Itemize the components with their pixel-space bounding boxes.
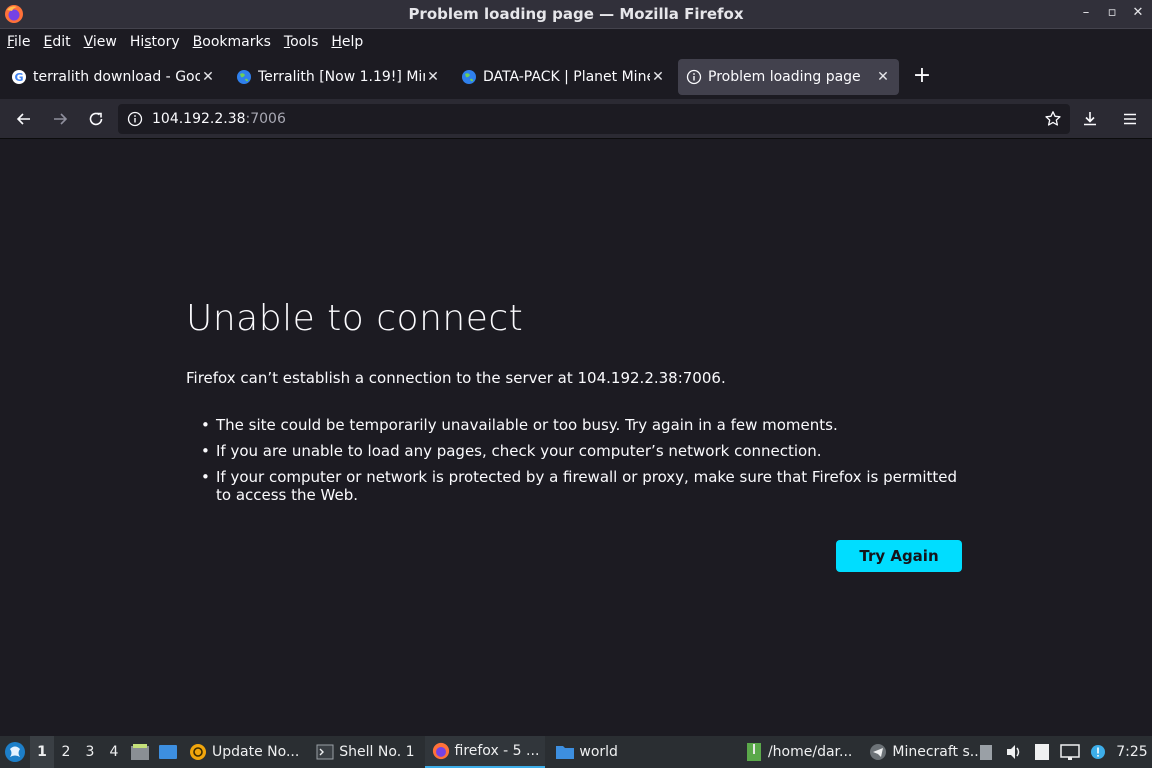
desktop-4[interactable]: 4 bbox=[102, 736, 126, 768]
app-menu-button[interactable] bbox=[1114, 103, 1146, 135]
task-update-notifier[interactable]: Update No... bbox=[182, 736, 305, 768]
network-icon[interactable] bbox=[1056, 736, 1084, 768]
firefox-icon bbox=[431, 741, 451, 761]
clock: 7:25 bbox=[1116, 744, 1148, 760]
tab-terralith-mod[interactable]: Terralith [Now 1.19!] Mine ✕ bbox=[228, 59, 449, 95]
menu-history[interactable]: History bbox=[130, 34, 180, 50]
close-tab-icon[interactable]: ✕ bbox=[200, 69, 216, 85]
telegram-icon bbox=[868, 742, 888, 762]
task-archive-manager[interactable]: /home/dar... bbox=[738, 736, 858, 768]
folder-icon bbox=[555, 742, 575, 762]
window-titlebar: Problem loading page — Mozilla Firefox –… bbox=[0, 0, 1152, 29]
error-description: Firefox can’t establish a connection to … bbox=[186, 369, 726, 387]
bookmark-star-icon[interactable] bbox=[1044, 110, 1062, 128]
task-firefox[interactable]: firefox - 5 ... bbox=[424, 736, 546, 768]
svg-text:G: G bbox=[14, 71, 23, 84]
site-info-icon[interactable] bbox=[126, 110, 144, 128]
tab-label: Problem loading page bbox=[708, 69, 861, 85]
menu-tools[interactable]: Tools bbox=[284, 34, 319, 50]
suggestion-item: If you are unable to load any pages, che… bbox=[200, 442, 970, 460]
minimize-button[interactable]: – bbox=[1080, 5, 1092, 20]
tab-label: DATA-PACK | Planet Minec bbox=[483, 69, 650, 85]
try-again-button[interactable]: Try Again bbox=[836, 540, 962, 572]
task-world-folder[interactable]: world bbox=[549, 736, 624, 768]
desktop-1[interactable]: 1 bbox=[30, 736, 54, 768]
url-host: 104.192.2.38 bbox=[152, 111, 246, 127]
quicklaunch-files[interactable] bbox=[126, 736, 154, 768]
url-port: :7006 bbox=[245, 111, 286, 127]
download-icon bbox=[1084, 112, 1096, 126]
show-desktop-icon bbox=[159, 745, 177, 759]
close-window-button[interactable]: ✕ bbox=[1132, 5, 1144, 20]
arrow-left-icon bbox=[16, 112, 30, 125]
tab-terralith-download[interactable]: G terralith download - Goog ✕ bbox=[3, 59, 224, 95]
menu-bookmarks[interactable]: Bookmarks bbox=[193, 34, 271, 50]
reload-icon bbox=[89, 112, 103, 125]
google-icon: G bbox=[11, 69, 27, 85]
new-tab-button[interactable]: + bbox=[907, 62, 937, 92]
firefox-icon bbox=[5, 5, 23, 23]
reload-button[interactable] bbox=[80, 103, 112, 135]
notification-icon[interactable] bbox=[1084, 736, 1112, 768]
close-tab-icon[interactable]: ✕ bbox=[875, 69, 891, 85]
system-tray: 7:25 bbox=[972, 736, 1152, 768]
file-manager-icon bbox=[131, 744, 149, 760]
globe-icon bbox=[461, 69, 477, 85]
window-title: Problem loading page — Mozilla Firefox bbox=[408, 5, 744, 23]
menu-help[interactable]: Help bbox=[331, 34, 363, 50]
url-bar[interactable]: 104.192.2.38:7006 bbox=[118, 104, 1070, 134]
task-shell[interactable]: Shell No. 1 bbox=[309, 736, 420, 768]
suggestion-item: If your computer or network is protected… bbox=[200, 468, 970, 504]
tab-problem-loading[interactable]: Problem loading page ✕ bbox=[678, 59, 899, 95]
navigation-toolbar: 104.192.2.38:7006 bbox=[0, 99, 1152, 139]
menu-bar: File Edit View History Bookmarks Tools H… bbox=[0, 29, 1152, 55]
forward-button[interactable] bbox=[44, 103, 76, 135]
desktop-2[interactable]: 2 bbox=[54, 736, 78, 768]
lxqt-logo-icon bbox=[5, 742, 25, 762]
taskbar: 1 2 3 4 Update No... Shell No. 1 firefox… bbox=[0, 736, 1152, 768]
arrow-right-icon bbox=[54, 112, 68, 125]
menu-view[interactable]: View bbox=[84, 34, 117, 50]
close-tab-icon[interactable]: ✕ bbox=[650, 69, 666, 85]
tab-label: Terralith [Now 1.19!] Mine bbox=[258, 69, 425, 85]
menu-edit[interactable]: Edit bbox=[43, 34, 70, 50]
desktop-3[interactable]: 3 bbox=[78, 736, 102, 768]
downloads-button[interactable] bbox=[1074, 103, 1106, 135]
page-content: Unable to connect Firefox can’t establis… bbox=[0, 140, 1152, 736]
back-button[interactable] bbox=[8, 103, 40, 135]
suggestion-item: The site could be temporarily unavailabl… bbox=[200, 416, 970, 434]
globe-icon bbox=[236, 69, 252, 85]
maximize-button[interactable]: ▫ bbox=[1106, 5, 1118, 20]
archive-icon bbox=[744, 742, 764, 762]
tab-label: terralith download - Goog bbox=[33, 69, 200, 85]
menu-file[interactable]: File bbox=[7, 34, 30, 50]
update-icon bbox=[188, 742, 208, 762]
terminal-icon bbox=[315, 742, 335, 762]
error-suggestions: The site could be temporarily unavailabl… bbox=[200, 416, 970, 512]
tab-datapack-planet[interactable]: DATA-PACK | Planet Minec ✕ bbox=[453, 59, 674, 95]
info-icon bbox=[686, 69, 702, 85]
close-tab-icon[interactable]: ✕ bbox=[425, 69, 441, 85]
error-title: Unable to connect bbox=[186, 298, 524, 339]
tab-bar: G terralith download - Goog ✕ Terralith … bbox=[0, 55, 1152, 99]
notes-icon[interactable] bbox=[1028, 736, 1056, 768]
clipboard-icon[interactable] bbox=[972, 736, 1000, 768]
hamburger-menu-icon bbox=[1124, 113, 1136, 125]
start-menu-button[interactable] bbox=[0, 736, 30, 768]
quicklaunch-desktop[interactable] bbox=[154, 736, 182, 768]
task-minecraft[interactable]: Minecraft s... bbox=[862, 736, 989, 768]
volume-icon[interactable] bbox=[1000, 736, 1028, 768]
